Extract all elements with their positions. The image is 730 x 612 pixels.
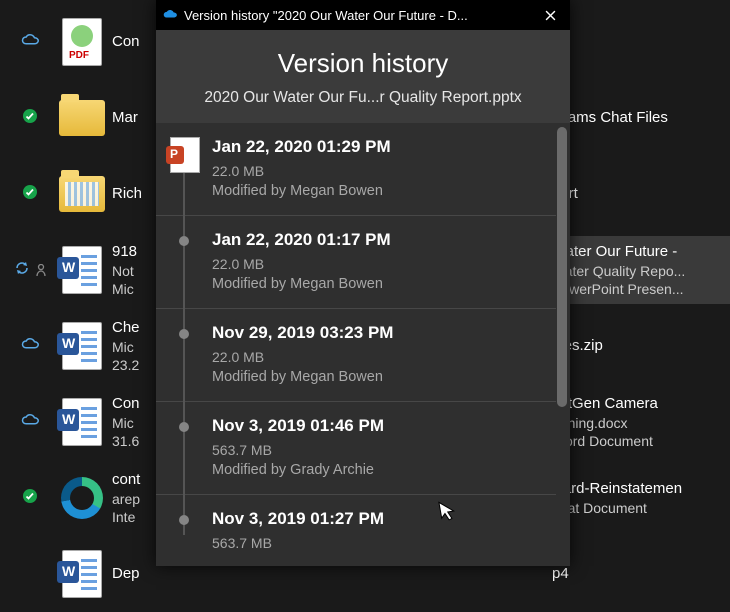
version-datetime: Nov 3, 2019 01:46 PM <box>212 416 384 436</box>
timeline <box>170 323 198 385</box>
timeline <box>170 416 198 478</box>
word-file-icon <box>62 398 102 446</box>
version-datetime: Nov 3, 2019 01:27 PM <box>212 509 384 529</box>
folder-icon <box>59 176 105 212</box>
timeline <box>170 230 198 292</box>
version-size: 22.0 MB <box>212 349 393 365</box>
file-right-a: ples.zip <box>552 336 730 356</box>
icon-col <box>52 100 112 136</box>
onedrive-icon <box>162 10 178 20</box>
version-item[interactable]: Nov 3, 2019 01:46 PM 563.7 MB Modified b… <box>156 402 556 495</box>
version-body: Nov 3, 2019 01:46 PM 563.7 MB Modified b… <box>212 416 384 478</box>
file-right-b: anning.docx <box>552 414 730 432</box>
version-datetime: Jan 22, 2020 01:17 PM <box>212 230 391 250</box>
right-col: Water Our Future -Water Quality Repo...P… <box>542 236 730 304</box>
timeline-dot <box>179 236 189 246</box>
file-right-c: Word Document <box>552 432 730 450</box>
file-right-b: Water Quality Repo... <box>552 262 720 280</box>
file-right-c: PowerPoint Presen... <box>552 280 720 298</box>
right-col: p4 <box>542 564 730 584</box>
file-right-a: Teams Chat Files <box>552 108 730 128</box>
dialog-filename: 2020 Our Water Our Fu...r Quality Report… <box>166 89 560 107</box>
version-item[interactable]: Jan 22, 2020 01:17 PM 22.0 MB Modified b… <box>156 216 556 309</box>
version-item[interactable]: Jan 22, 2020 01:29 PM 22.0 MB Modified b… <box>156 123 556 216</box>
status-col <box>8 488 52 509</box>
icon-col <box>52 398 112 446</box>
cloud-status-icon <box>21 337 39 355</box>
pdf-file-icon <box>62 18 102 66</box>
folder-icon <box>59 100 105 136</box>
icon-col <box>52 477 112 519</box>
status-col <box>8 337 52 355</box>
version-modified-by: Modified by Megan Bowen <box>212 369 393 385</box>
timeline <box>170 137 198 199</box>
word-file-icon <box>62 550 102 598</box>
file-right-a: p4 <box>552 564 730 584</box>
cloud-status-icon <box>21 33 39 51</box>
icon-col <box>52 550 112 598</box>
status-col <box>8 33 52 51</box>
version-modified-by: Modified by Megan Bowen <box>212 183 391 199</box>
version-list-container: Jan 22, 2020 01:29 PM 22.0 MB Modified b… <box>156 123 570 566</box>
powerpoint-file-icon <box>170 137 198 169</box>
word-file-icon <box>62 322 102 370</box>
word-file-icon <box>62 246 102 294</box>
file-right-a: port <box>552 184 730 204</box>
version-modified-by: Modified by Grady Archie <box>212 462 384 478</box>
status-col <box>8 413 52 431</box>
syncing-status-icon <box>14 260 46 281</box>
version-history-dialog: Version history "2020 Our Water Our Futu… <box>156 0 570 566</box>
edge-app-icon <box>61 477 103 519</box>
name-col: Dep <box>112 564 542 584</box>
close-button[interactable] <box>530 0 570 30</box>
right-col: extGen Cameraanning.docxWord Document <box>542 394 730 450</box>
cloud-status-icon <box>21 413 39 431</box>
icon-col <box>52 246 112 294</box>
version-size: 22.0 MB <box>212 256 391 272</box>
right-col: Teams Chat Files <box>542 108 730 128</box>
version-list: Jan 22, 2020 01:29 PM 22.0 MB Modified b… <box>156 123 570 566</box>
icon-col <box>52 18 112 66</box>
dialog-title-text: Version history "2020 Our Water Our Futu… <box>184 8 524 23</box>
icon-col <box>52 322 112 370</box>
timeline <box>170 509 198 555</box>
status-col <box>8 108 52 129</box>
version-body: Nov 29, 2019 03:23 PM 22.0 MB Modified b… <box>212 323 393 385</box>
version-item[interactable]: Nov 29, 2019 03:23 PM 22.0 MB Modified b… <box>156 309 556 402</box>
timeline-dot <box>179 422 189 432</box>
dialog-titlebar[interactable]: Version history "2020 Our Water Our Futu… <box>156 0 570 30</box>
version-datetime: Jan 22, 2020 01:29 PM <box>212 137 391 157</box>
dialog-header: Version history 2020 Our Water Our Fu...… <box>156 30 570 123</box>
file-name: Dep <box>112 564 542 584</box>
timeline-dot <box>179 329 189 339</box>
version-size: 563.7 MB <box>212 442 384 458</box>
version-item[interactable]: Nov 3, 2019 01:27 PM 563.7 MB <box>156 495 556 566</box>
version-datetime: Nov 29, 2019 03:23 PM <box>212 323 393 343</box>
right-col: Card-Reinstatemenobat Document <box>542 479 730 517</box>
timeline-dot <box>179 515 189 525</box>
synced-status-icon <box>22 184 38 205</box>
file-right-a: extGen Camera <box>552 394 730 414</box>
synced-status-icon <box>22 108 38 129</box>
version-modified-by: Modified by Megan Bowen <box>212 276 391 292</box>
file-right-a: Water Our Future - <box>552 242 720 262</box>
file-right-a: Card-Reinstatemen <box>552 479 730 499</box>
version-body: Nov 3, 2019 01:27 PM 563.7 MB <box>212 509 384 555</box>
version-body: Jan 22, 2020 01:17 PM 22.0 MB Modified b… <box>212 230 391 292</box>
icon-col <box>52 176 112 212</box>
right-col: ples.zip <box>542 336 730 356</box>
status-col <box>8 260 52 281</box>
synced-status-icon <box>22 488 38 509</box>
status-col <box>8 184 52 205</box>
dialog-heading: Version history <box>166 48 560 79</box>
file-right-c: obat Document <box>552 499 730 517</box>
right-col: port <box>542 184 730 204</box>
version-size: 22.0 MB <box>212 163 391 179</box>
version-size: 563.7 MB <box>212 535 384 551</box>
version-body: Jan 22, 2020 01:29 PM 22.0 MB Modified b… <box>212 137 391 199</box>
